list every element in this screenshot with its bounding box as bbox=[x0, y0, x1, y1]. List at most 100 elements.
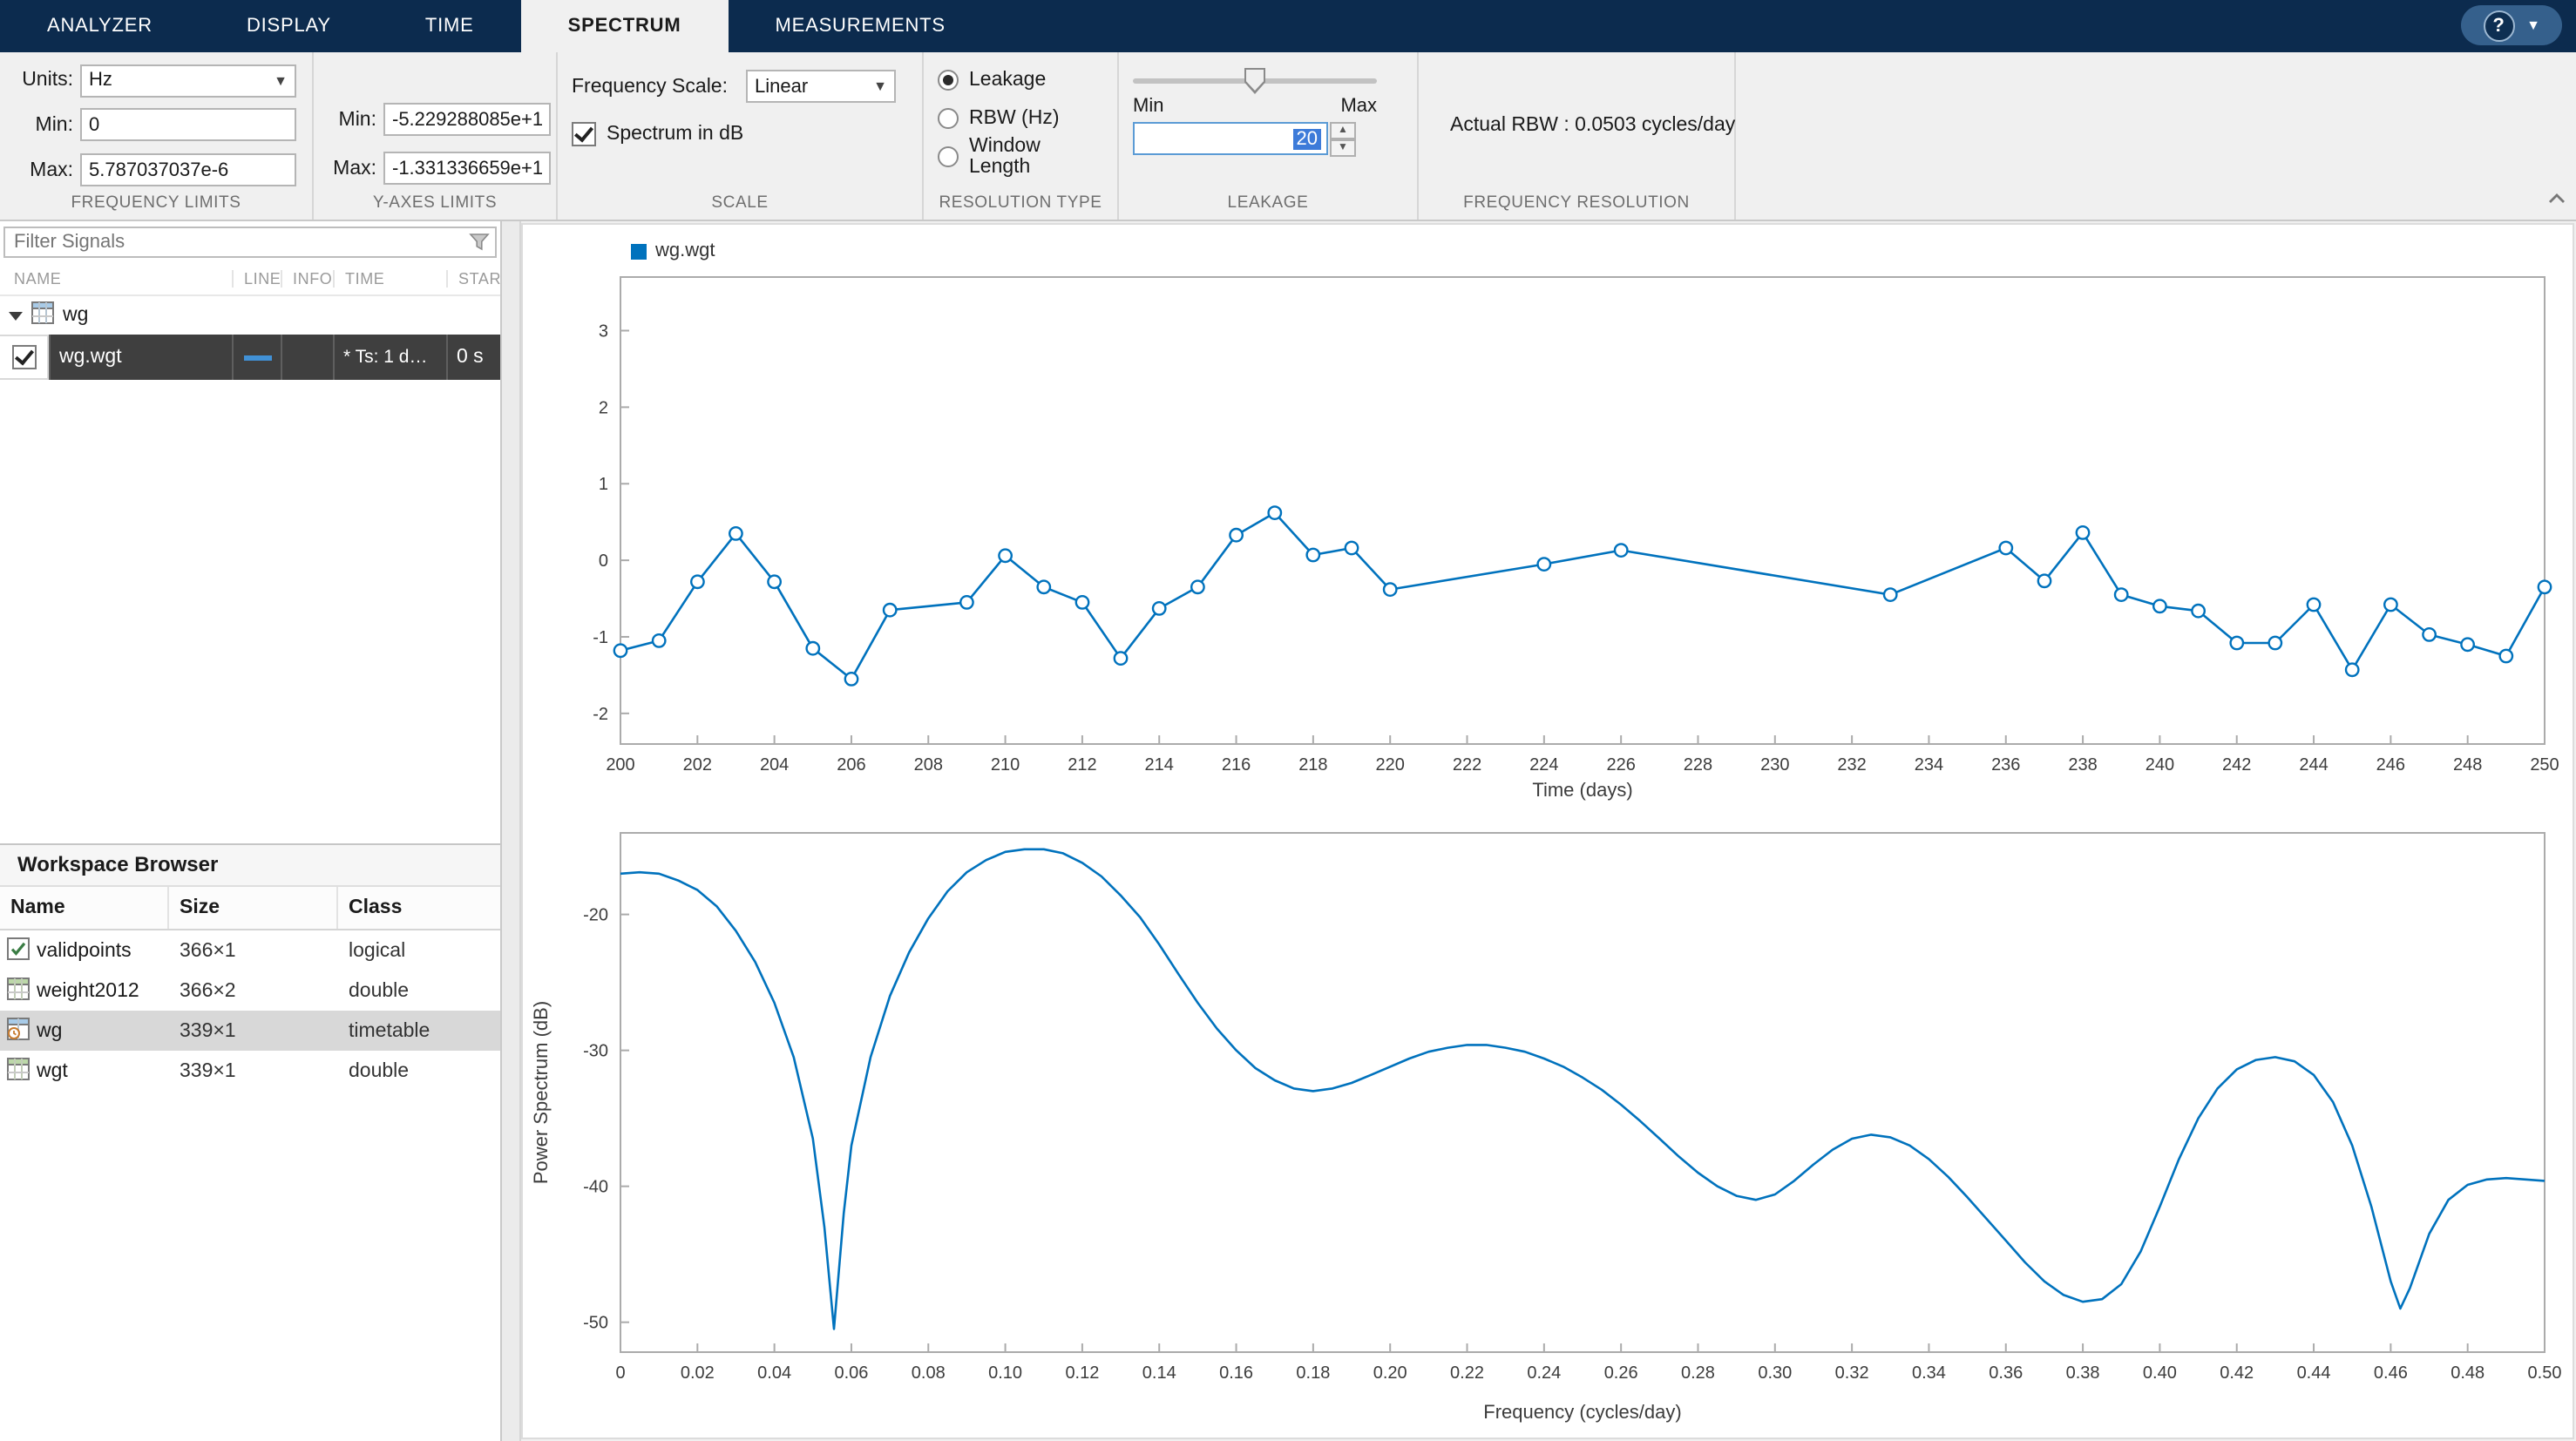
tab-spectrum[interactable]: SPECTRUM bbox=[521, 0, 729, 52]
tab-time[interactable]: TIME bbox=[378, 0, 521, 52]
resolution-type-section: Leakage RBW (Hz) Window Length RESOLUTIO… bbox=[924, 52, 1119, 220]
svg-text:-40: -40 bbox=[583, 1178, 608, 1197]
spinner-down-button[interactable]: ▼ bbox=[1330, 139, 1356, 157]
svg-text:228: 228 bbox=[1684, 755, 1712, 775]
leakage-section-label: LEAKAGE bbox=[1119, 188, 1417, 220]
svg-text:0.42: 0.42 bbox=[2220, 1363, 2254, 1383]
svg-text:0.48: 0.48 bbox=[2451, 1363, 2484, 1383]
svg-text:-20: -20 bbox=[583, 906, 608, 925]
y-axes-limits-section-label: Y-AXES LIMITS bbox=[314, 188, 556, 220]
main-area: NAME LINE INFO TIME START wg wg.wgt * Ts… bbox=[0, 221, 2576, 1441]
filter-icon bbox=[469, 230, 490, 261]
spinner-up-button[interactable]: ▲ bbox=[1330, 122, 1356, 139]
signal-name: wg.wgt bbox=[49, 335, 232, 380]
frequency-scale-value: Linear bbox=[755, 76, 808, 97]
leakage-radio[interactable] bbox=[938, 69, 959, 90]
workspace-browser-title: Workspace Browser bbox=[0, 843, 500, 887]
workspace-row[interactable]: validpoints 366×1 logical bbox=[0, 930, 500, 971]
help-button[interactable]: ? ▼ bbox=[2461, 5, 2562, 45]
time-plot[interactable]: 2002022042062082102122142162182202222242… bbox=[523, 267, 2562, 810]
y-min-input[interactable] bbox=[383, 103, 551, 136]
svg-text:206: 206 bbox=[837, 755, 865, 775]
panel-splitter[interactable] bbox=[502, 221, 521, 1441]
svg-text:1: 1 bbox=[599, 475, 608, 494]
svg-text:2: 2 bbox=[599, 398, 608, 417]
svg-text:250: 250 bbox=[2530, 755, 2559, 775]
resolution-type-section-label: RESOLUTION TYPE bbox=[924, 188, 1117, 220]
svg-text:0.26: 0.26 bbox=[1604, 1363, 1638, 1383]
svg-text:214: 214 bbox=[1145, 755, 1174, 775]
window-length-radio[interactable] bbox=[938, 145, 959, 166]
signal-row[interactable]: wg.wgt * Ts: 1 d… 0 s bbox=[0, 335, 500, 380]
svg-text:0.20: 0.20 bbox=[1373, 1363, 1407, 1383]
svg-text:0.18: 0.18 bbox=[1296, 1363, 1330, 1383]
svg-text:224: 224 bbox=[1529, 755, 1558, 775]
frequency-max-input[interactable] bbox=[80, 153, 296, 186]
actual-rbw-text: Actual RBW : 0.0503 cycles/day bbox=[1433, 63, 1724, 188]
svg-text:204: 204 bbox=[760, 755, 789, 775]
tab-measurements[interactable]: MEASUREMENTS bbox=[729, 0, 993, 52]
y-max-input[interactable] bbox=[383, 152, 551, 185]
y-axes-limits-section: Min: Max: Y-AXES LIMITS bbox=[314, 52, 558, 220]
workspace-row[interactable]: weight2012 366×2 double bbox=[0, 971, 500, 1011]
svg-text:208: 208 bbox=[914, 755, 943, 775]
frequency-scale-dropdown[interactable]: Linear ▼ bbox=[746, 70, 896, 103]
svg-text:-1: -1 bbox=[593, 628, 608, 647]
ribbon-tab-bar: ANALYZER DISPLAY TIME SPECTRUM MEASUREME… bbox=[0, 0, 2576, 52]
column-class[interactable]: Class bbox=[336, 887, 500, 929]
signal-group-row[interactable]: wg bbox=[0, 296, 500, 335]
leakage-radio-label: Leakage bbox=[969, 69, 1046, 90]
svg-text:242: 242 bbox=[2222, 755, 2251, 775]
svg-text:0.04: 0.04 bbox=[757, 1363, 791, 1383]
frequency-limits-section: Units: Hz ▼ Min: Max: FREQUENCY LIMITS bbox=[0, 52, 314, 220]
svg-text:0.24: 0.24 bbox=[1527, 1363, 1561, 1383]
units-label: Units: bbox=[14, 71, 73, 91]
scale-section-label: SCALE bbox=[558, 188, 922, 220]
svg-text:226: 226 bbox=[1606, 755, 1635, 775]
svg-text:0.32: 0.32 bbox=[1835, 1363, 1869, 1383]
frequency-min-input[interactable] bbox=[80, 109, 296, 142]
legend: wg.wgt bbox=[631, 235, 2573, 267]
scale-section: Frequency Scale: Linear ▼ Spectrum in dB… bbox=[558, 52, 924, 220]
leakage-max-label: Max bbox=[1340, 96, 1377, 117]
svg-text:Frequency (cycles/day): Frequency (cycles/day) bbox=[1483, 1401, 1681, 1423]
svg-text:0.36: 0.36 bbox=[1989, 1363, 2023, 1383]
svg-text:0.22: 0.22 bbox=[1450, 1363, 1484, 1383]
app-window: ANALYZER DISPLAY TIME SPECTRUM MEASUREME… bbox=[0, 0, 2576, 1441]
legend-label: wg.wgt bbox=[655, 240, 715, 261]
leakage-slider[interactable] bbox=[1133, 66, 1377, 94]
signal-checkbox[interactable] bbox=[11, 345, 36, 369]
svg-text:3: 3 bbox=[599, 322, 608, 342]
svg-text:248: 248 bbox=[2453, 755, 2482, 775]
svg-text:218: 218 bbox=[1298, 755, 1327, 775]
filter-signals-input[interactable] bbox=[3, 227, 497, 258]
timetable-icon bbox=[7, 1017, 30, 1045]
workspace-row[interactable]: wg 339×1 timetable bbox=[0, 1011, 500, 1051]
svg-text:0.12: 0.12 bbox=[1065, 1363, 1099, 1383]
spectrum-plot[interactable]: 00.020.040.060.080.100.120.140.160.180.2… bbox=[523, 819, 2562, 1432]
column-name[interactable]: Name bbox=[0, 887, 167, 929]
collapse-arrow-icon[interactable] bbox=[9, 311, 23, 320]
units-dropdown[interactable]: Hz ▼ bbox=[80, 64, 296, 98]
frequency-limits-section-label: FREQUENCY LIMITS bbox=[0, 188, 312, 220]
svg-text:0.08: 0.08 bbox=[912, 1363, 946, 1383]
column-size[interactable]: Size bbox=[167, 887, 336, 929]
spectrum-in-db-checkbox[interactable] bbox=[572, 121, 596, 145]
spectrum-in-db-label: Spectrum in dB bbox=[607, 123, 743, 144]
tab-analyzer[interactable]: ANALYZER bbox=[0, 0, 200, 52]
svg-text:0.50: 0.50 bbox=[2528, 1363, 2562, 1383]
tab-display[interactable]: DISPLAY bbox=[200, 0, 378, 52]
signal-time: * Ts: 1 d… bbox=[333, 335, 446, 380]
leakage-slider-thumb[interactable] bbox=[1244, 68, 1265, 94]
signal-group-label: wg bbox=[63, 305, 88, 326]
rbw-radio-label: RBW (Hz) bbox=[969, 107, 1060, 128]
units-value: Hz bbox=[89, 71, 112, 91]
workspace-row[interactable]: wgt 339×1 double bbox=[0, 1051, 500, 1091]
window-length-radio-label: Window Length bbox=[969, 135, 1107, 177]
leakage-min-label: Min bbox=[1133, 96, 1163, 117]
svg-text:236: 236 bbox=[1991, 755, 2020, 775]
leakage-value-input[interactable]: 20 bbox=[1133, 122, 1328, 155]
collapse-toolstrip-button[interactable] bbox=[2546, 183, 2567, 214]
rbw-radio[interactable] bbox=[938, 107, 959, 128]
workspace-browser: Workspace Browser Name Size Class validp… bbox=[0, 843, 500, 1091]
